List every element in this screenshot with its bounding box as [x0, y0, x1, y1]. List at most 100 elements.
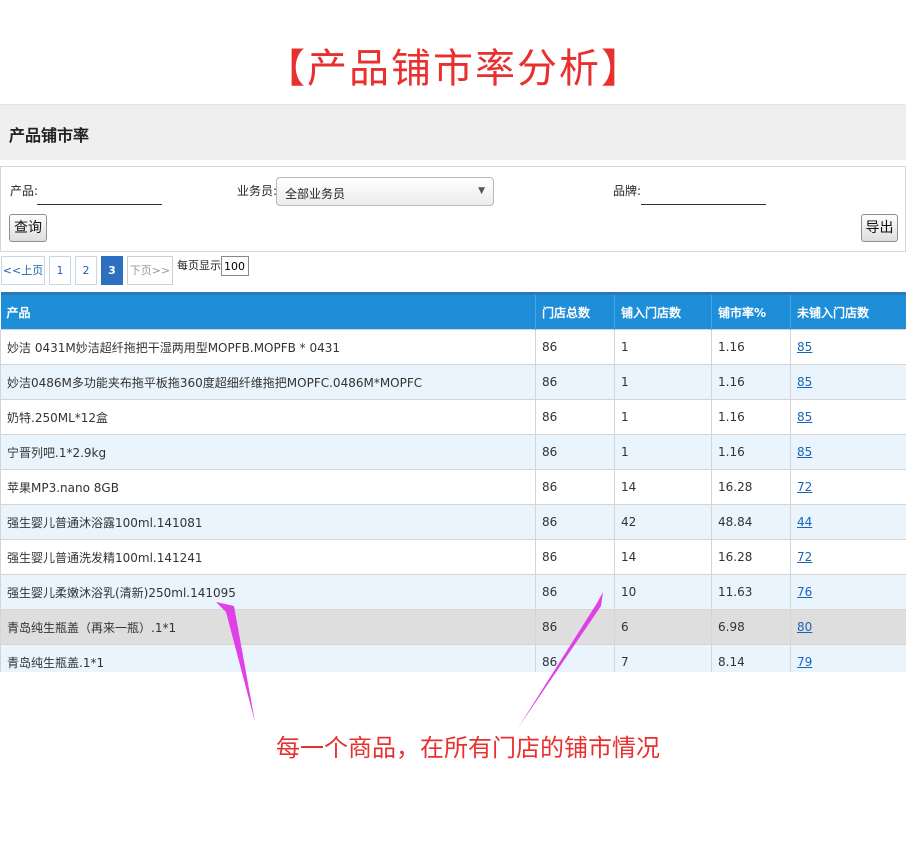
coverage-rate-cell: 6.98 [711, 609, 791, 645]
stocked-stores-cell: 10 [614, 574, 712, 610]
table-row: 强生婴儿普通沐浴露100ml.141081 86 42 48.84 44 [0, 504, 906, 540]
per-page-input[interactable] [221, 256, 249, 276]
stocked-stores-cell: 14 [614, 539, 712, 575]
store-total-cell: 86 [535, 399, 615, 435]
prev-page-link[interactable]: <<上页 [1, 256, 45, 285]
coverage-rate-cell: 1.16 [711, 329, 791, 365]
table-row: 强生婴儿柔嫩沐浴乳(清新)250ml.141095 86 10 11.63 76 [0, 574, 906, 610]
salesman-select[interactable]: 全部业务员 ▼ [276, 177, 494, 206]
coverage-rate-cell: 48.84 [711, 504, 791, 540]
store-total-cell: 86 [535, 364, 615, 400]
product-name-cell: 强生婴儿柔嫩沐浴乳(清新)250ml.141095 [0, 574, 536, 610]
coverage-rate-cell: 8.14 [711, 644, 791, 672]
coverage-rate-cell: 1.16 [711, 364, 791, 400]
store-total-cell: 86 [535, 644, 615, 672]
stocked-stores-cell: 1 [614, 364, 712, 400]
unstocked-stores-link[interactable]: 72 [797, 480, 812, 494]
unstocked-stores-cell: 85 [790, 329, 906, 365]
unstocked-stores-cell: 85 [790, 399, 906, 435]
page-title: 【产品铺市率分析】 [265, 46, 643, 92]
export-button[interactable]: 导出 [861, 214, 898, 242]
table-row: 奶特.250ML*12盒 86 1 1.16 85 [0, 399, 906, 435]
column-header-store-total[interactable]: 门店总数 [535, 292, 615, 330]
unstocked-stores-cell: 80 [790, 609, 906, 645]
product-input[interactable] [37, 185, 162, 205]
brand-label: 品牌: [613, 184, 642, 198]
query-button[interactable]: 查询 [9, 214, 47, 242]
panel-header: 产品铺市率 [0, 104, 906, 160]
unstocked-stores-link[interactable]: 44 [797, 515, 812, 529]
table-row: 妙洁 0431M妙洁超纤拖把干湿两用型MOPFB.MOPFB * 0431 86… [0, 329, 906, 365]
product-name-cell: 青岛纯生瓶盖.1*1 [0, 644, 536, 672]
store-total-cell: 86 [535, 539, 615, 575]
stocked-stores-cell: 1 [614, 399, 712, 435]
chevron-down-icon: ▼ [478, 186, 485, 196]
coverage-rate-cell: 11.63 [711, 574, 791, 610]
table-row: 青岛纯生瓶盖.1*1 86 7 8.14 79 [0, 644, 906, 672]
product-name-cell: 强生婴儿普通沐浴露100ml.141081 [0, 504, 536, 540]
store-total-cell: 86 [535, 469, 615, 505]
panel-title: 产品铺市率 [9, 126, 90, 145]
column-header-unstocked-stores[interactable]: 未铺入门店数 [790, 292, 906, 330]
unstocked-stores-link[interactable]: 85 [797, 340, 812, 354]
column-header-product[interactable]: 产品 [0, 292, 536, 330]
annotation-caption: 每一个商品，在所有门店的铺市情况 [276, 734, 660, 762]
product-name-cell: 妙洁 0431M妙洁超纤拖把干湿两用型MOPFB.MOPFB * 0431 [0, 329, 536, 365]
stocked-stores-cell: 7 [614, 644, 712, 672]
coverage-rate-cell: 1.16 [711, 399, 791, 435]
table-row: 宁晋列吧.1*2.9kg 86 1 1.16 85 [0, 434, 906, 470]
table-row: 妙洁0486M多功能夹布拖平板拖360度超细纤维拖把MOPFC.0486M*MO… [0, 364, 906, 400]
salesman-label: 业务员: [237, 184, 278, 198]
product-name-cell: 妙洁0486M多功能夹布拖平板拖360度超细纤维拖把MOPFC.0486M*MO… [0, 364, 536, 400]
filter-panel: 产品: 业务员: 全部业务员 ▼ 品牌: 查询 导出 [0, 166, 906, 252]
unstocked-stores-link[interactable]: 72 [797, 550, 812, 564]
product-label: 产品: [10, 184, 39, 198]
unstocked-stores-cell: 85 [790, 434, 906, 470]
stocked-stores-cell: 1 [614, 434, 712, 470]
store-total-cell: 86 [535, 434, 615, 470]
unstocked-stores-link[interactable]: 85 [797, 410, 812, 424]
unstocked-stores-cell: 72 [790, 469, 906, 505]
unstocked-stores-link[interactable]: 85 [797, 445, 812, 459]
unstocked-stores-cell: 44 [790, 504, 906, 540]
column-header-coverage-rate[interactable]: 铺市率% [711, 292, 791, 330]
unstocked-stores-link[interactable]: 76 [797, 585, 812, 599]
unstocked-stores-link[interactable]: 79 [797, 655, 812, 669]
coverage-rate-cell: 16.28 [711, 469, 791, 505]
table-row: 青岛纯生瓶盖（再来一瓶）.1*1 86 6 6.98 80 [0, 609, 906, 645]
pagination: <<上页 1 2 3 下页>> 每页显示 [0, 256, 400, 286]
table-header-row: 产品 门店总数 铺入门店数 铺市率% 未铺入门店数 [0, 292, 906, 330]
stocked-stores-cell: 1 [614, 329, 712, 365]
table-row: 苹果MP3.nano 8GB 86 14 16.28 72 [0, 469, 906, 505]
product-name-cell: 苹果MP3.nano 8GB [0, 469, 536, 505]
unstocked-stores-cell: 72 [790, 539, 906, 575]
unstocked-stores-cell: 85 [790, 364, 906, 400]
coverage-rate-cell: 1.16 [711, 434, 791, 470]
product-name-cell: 宁晋列吧.1*2.9kg [0, 434, 536, 470]
page-link-1[interactable]: 1 [49, 256, 71, 285]
column-header-stocked-stores[interactable]: 铺入门店数 [614, 292, 712, 330]
unstocked-stores-cell: 76 [790, 574, 906, 610]
brand-input[interactable] [641, 185, 766, 205]
stocked-stores-cell: 42 [614, 504, 712, 540]
per-page-label: 每页显示 [177, 259, 221, 272]
salesman-select-value: 全部业务员 [285, 187, 346, 201]
coverage-table: 产品 门店总数 铺入门店数 铺市率% 未铺入门店数 妙洁 0431M妙洁超纤拖把… [0, 292, 906, 672]
stocked-stores-cell: 6 [614, 609, 712, 645]
store-total-cell: 86 [535, 329, 615, 365]
page-link-3-current[interactable]: 3 [101, 256, 123, 285]
table-row: 强生婴儿普通洗发精100ml.141241 86 14 16.28 72 [0, 539, 906, 575]
store-total-cell: 86 [535, 504, 615, 540]
next-page-link[interactable]: 下页>> [127, 256, 173, 285]
stocked-stores-cell: 14 [614, 469, 712, 505]
store-total-cell: 86 [535, 574, 615, 610]
store-total-cell: 86 [535, 609, 615, 645]
product-name-cell: 强生婴儿普通洗发精100ml.141241 [0, 539, 536, 575]
product-name-cell: 奶特.250ML*12盒 [0, 399, 536, 435]
coverage-rate-cell: 16.28 [711, 539, 791, 575]
product-name-cell: 青岛纯生瓶盖（再来一瓶）.1*1 [0, 609, 536, 645]
unstocked-stores-link[interactable]: 80 [797, 620, 812, 634]
unstocked-stores-cell: 79 [790, 644, 906, 672]
unstocked-stores-link[interactable]: 85 [797, 375, 812, 389]
page-link-2[interactable]: 2 [75, 256, 97, 285]
